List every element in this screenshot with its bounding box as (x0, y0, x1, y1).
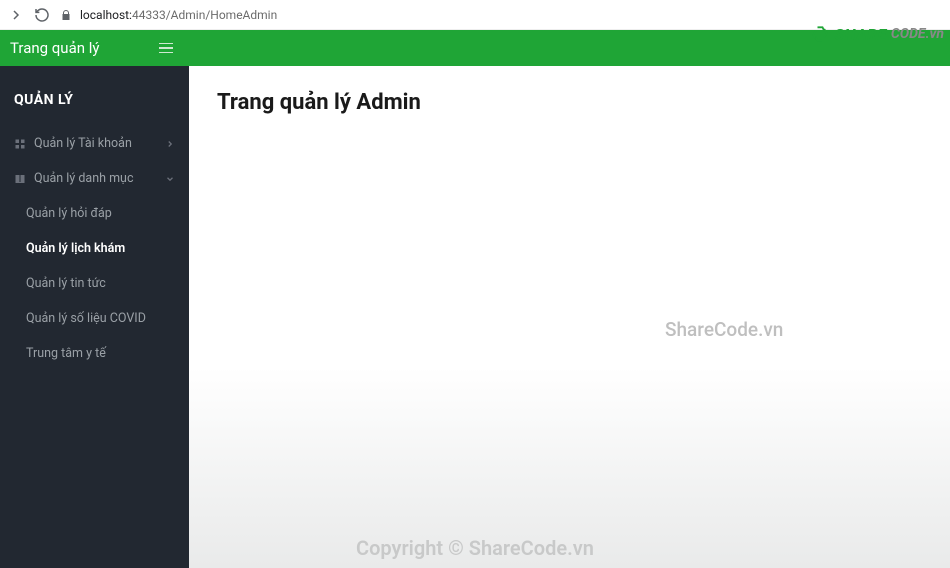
url-port: 44333 (132, 8, 166, 22)
reload-icon[interactable] (34, 7, 50, 23)
grid-icon (14, 138, 26, 150)
browser-bar: localhost:44333/Admin/HomeAdmin (0, 0, 950, 30)
sidebar-item-label: Quản lý danh mục (34, 171, 133, 186)
sidebar-sub-center[interactable]: Trung tâm y tế (0, 336, 189, 371)
url-path: /Admin/HomeAdmin (166, 8, 278, 22)
chevron-right-icon (165, 139, 175, 149)
sidebar: QUẢN LÝ Quản lý Tài khoản Quản lý danh m… (0, 66, 189, 568)
page-title: Trang quản lý Admin (217, 90, 922, 115)
app-header: Trang quản lý (0, 30, 950, 66)
sidebar-sub-covid[interactable]: Quản lý số liệu COVID (0, 301, 189, 336)
chevron-down-icon (165, 174, 175, 184)
address-bar[interactable]: localhost:44333/Admin/HomeAdmin (60, 8, 277, 22)
url-host: localhost: (80, 8, 132, 22)
sidebar-sub-qa[interactable]: Quản lý hỏi đáp (0, 196, 189, 231)
lock-icon (60, 9, 72, 21)
sidebar-item-categories[interactable]: Quản lý danh mục (0, 161, 189, 196)
hamburger-icon[interactable] (159, 43, 173, 54)
main-content: Trang quản lý Admin (189, 66, 950, 568)
sidebar-sub-schedule[interactable]: Quản lý lịch khám (0, 231, 189, 266)
brand-title[interactable]: Trang quản lý (10, 39, 99, 57)
sidebar-item-label: Quản lý Tài khoản (34, 136, 132, 151)
book-icon (14, 173, 26, 185)
sidebar-sub-news[interactable]: Quản lý tin tức (0, 266, 189, 301)
forward-icon[interactable] (8, 7, 24, 23)
sidebar-title: QUẢN LÝ (0, 84, 189, 126)
sidebar-item-accounts[interactable]: Quản lý Tài khoản (0, 126, 189, 161)
